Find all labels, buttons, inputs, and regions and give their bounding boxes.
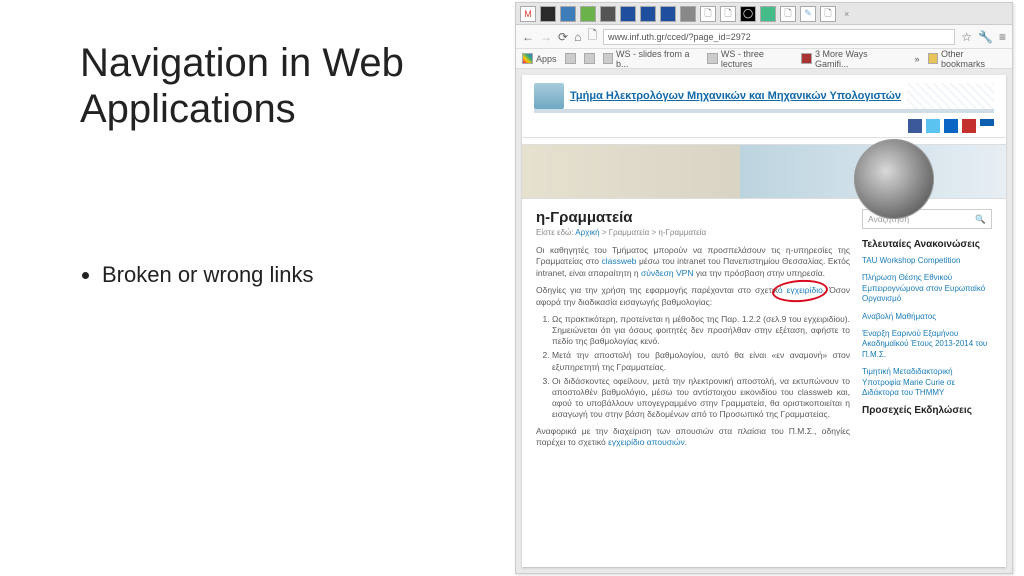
star-icon[interactable]: ☆	[961, 30, 972, 44]
browser-window: M 🗋 🗋 ◯ 🗋 ✎ 🗋 × ← → ⟳ ⌂ 🗋 www.inf.uth.gr…	[515, 2, 1013, 574]
bookmarks-bar: Apps WS - slides from a b... WS - three …	[516, 49, 1012, 69]
flag-icon[interactable]	[980, 119, 994, 133]
dept-logo	[534, 83, 564, 109]
tab-icon[interactable]: ✎	[800, 6, 816, 22]
bookmark-label: WS - slides from a b...	[616, 49, 699, 69]
tab-icon[interactable]: 🗋	[820, 6, 836, 22]
bookmark-item[interactable]: 3 More Ways Gamifi...	[801, 49, 898, 69]
wrench-icon[interactable]: 🔧	[978, 30, 993, 44]
list-item: Ως πρακτικότερη, προτείνεται η μέθοδος τ…	[552, 314, 850, 347]
tab-icon[interactable]	[560, 6, 576, 22]
address-bar[interactable]: www.inf.uth.gr/cced/?page_id=2972	[603, 29, 955, 45]
breadcrumb-home[interactable]: Αρχική	[575, 228, 599, 237]
bookmark-label: WS - three lectures	[721, 49, 794, 69]
classweb-link[interactable]: classweb	[601, 256, 636, 266]
sidebar: Αναζήτηση 🔍 Τελευταίες Ανακοινώσεις TAU …	[862, 209, 992, 559]
list-item: Μετά την αποστολή του βαθμολογίου, αυτό …	[552, 350, 850, 372]
bookmark-item[interactable]	[565, 53, 576, 64]
sidebar-heading-announcements: Τελευταίες Ανακοινώσεις	[862, 239, 992, 250]
webpage: Τμήμα Ηλεκτρολόγων Μηχανικών και Μηχανικ…	[522, 75, 1006, 567]
sidebar-link[interactable]: Έναρξη Εαρινού Εξαμήνου Ακαδημαϊκού Έτου…	[862, 329, 992, 360]
home-button[interactable]: ⌂	[574, 30, 581, 44]
sidebar-link[interactable]: Τιμητική Μεταδιδακτορική Υποτροφία Marie…	[862, 367, 992, 398]
article-content: η-Γραμματεία Είστε εδώ: Αρχική > Γραμματ…	[536, 209, 850, 559]
tab-icon[interactable]	[620, 6, 636, 22]
vpn-link[interactable]: σύνδεση VPN	[641, 268, 693, 278]
tab-icon[interactable]	[540, 6, 556, 22]
manual-link-highlighted[interactable]: ό εγχειρίδιο.	[778, 285, 825, 295]
page-title: η-Γραμματεία	[536, 209, 850, 226]
bookmark-item[interactable]	[584, 53, 595, 64]
tab-icon[interactable]	[580, 6, 596, 22]
sidebar-link[interactable]: TAU Workshop Competition	[862, 256, 992, 266]
tab-icon[interactable]: M	[520, 6, 536, 22]
viewport: Τμήμα Ηλεκτρολόγων Μηχανικών και Μηχανικ…	[516, 69, 1012, 573]
hero-image	[522, 144, 1006, 199]
tab-icon[interactable]	[640, 6, 656, 22]
tab-icon[interactable]: 🗋	[720, 6, 736, 22]
bookmark-item[interactable]: WS - slides from a b...	[603, 49, 700, 69]
apps-label: Apps	[536, 54, 557, 64]
reload-button[interactable]: ⟳	[558, 30, 568, 44]
bookmark-label: 3 More Ways Gamifi...	[815, 49, 899, 69]
instruction-list: Ως πρακτικότερη, προτείνεται η μέθοδος τ…	[536, 314, 850, 419]
nav-bar: ← → ⟳ ⌂ 🗋 www.inf.uth.gr/cced/?page_id=2…	[516, 25, 1012, 49]
tab-icon[interactable]	[680, 6, 696, 22]
other-bookmarks[interactable]: Other bookmarks	[928, 49, 1006, 69]
slide-title: Navigation in Web Applications	[80, 40, 460, 132]
dept-title-link[interactable]: Τμήμα Ηλεκτρολόγων Μηχανικών και Μηχανικ…	[570, 90, 901, 102]
chevron-right-icon[interactable]: »	[915, 54, 920, 64]
search-icon[interactable]: 🔍	[975, 214, 986, 225]
slide-bullet: Broken or wrong links	[102, 262, 460, 288]
tab-icon[interactable]	[660, 6, 676, 22]
tab-icon[interactable]: 🗋	[780, 6, 796, 22]
file-icon: 🗋	[587, 26, 597, 47]
sidebar-link[interactable]: Αναβολή Μαθήματος	[862, 312, 992, 322]
breadcrumb: Είστε εδώ: Αρχική > Γραμματεία > η-Γραμμ…	[536, 228, 850, 237]
facebook-icon[interactable]	[908, 119, 922, 133]
tab-icon[interactable]: ◯	[740, 6, 756, 22]
twitter-icon[interactable]	[926, 119, 940, 133]
linkedin-icon[interactable]	[944, 119, 958, 133]
sidebar-heading-events: Προσεχείς Εκδηλώσεις	[862, 405, 992, 416]
forward-button[interactable]: →	[540, 30, 552, 44]
header-decoration	[907, 83, 994, 109]
back-button[interactable]: ←	[522, 30, 534, 44]
list-item: Οι διδάσκοντες οφείλουν, μετά την ηλεκτρ…	[552, 376, 850, 420]
youtube-icon[interactable]	[962, 119, 976, 133]
tab-strip: M 🗋 🗋 ◯ 🗋 ✎ 🗋 ×	[516, 3, 1012, 25]
other-bookmarks-label: Other bookmarks	[941, 49, 1006, 69]
tab-icon[interactable]: 🗋	[700, 6, 716, 22]
tab-icon[interactable]	[600, 6, 616, 22]
sidebar-link[interactable]: Πλήρωση Θέσης Εθνικού Εμπειρογνώμονα στο…	[862, 273, 992, 304]
tab-close-icon[interactable]: ×	[844, 9, 849, 19]
menu-icon[interactable]: ≡	[999, 30, 1006, 44]
tab-icon[interactable]	[760, 6, 776, 22]
apps-button[interactable]: Apps	[522, 53, 557, 64]
bookmark-item[interactable]: WS - three lectures	[707, 49, 793, 69]
absences-manual-link[interactable]: εγχειρίδιο απουσιών	[608, 437, 685, 447]
